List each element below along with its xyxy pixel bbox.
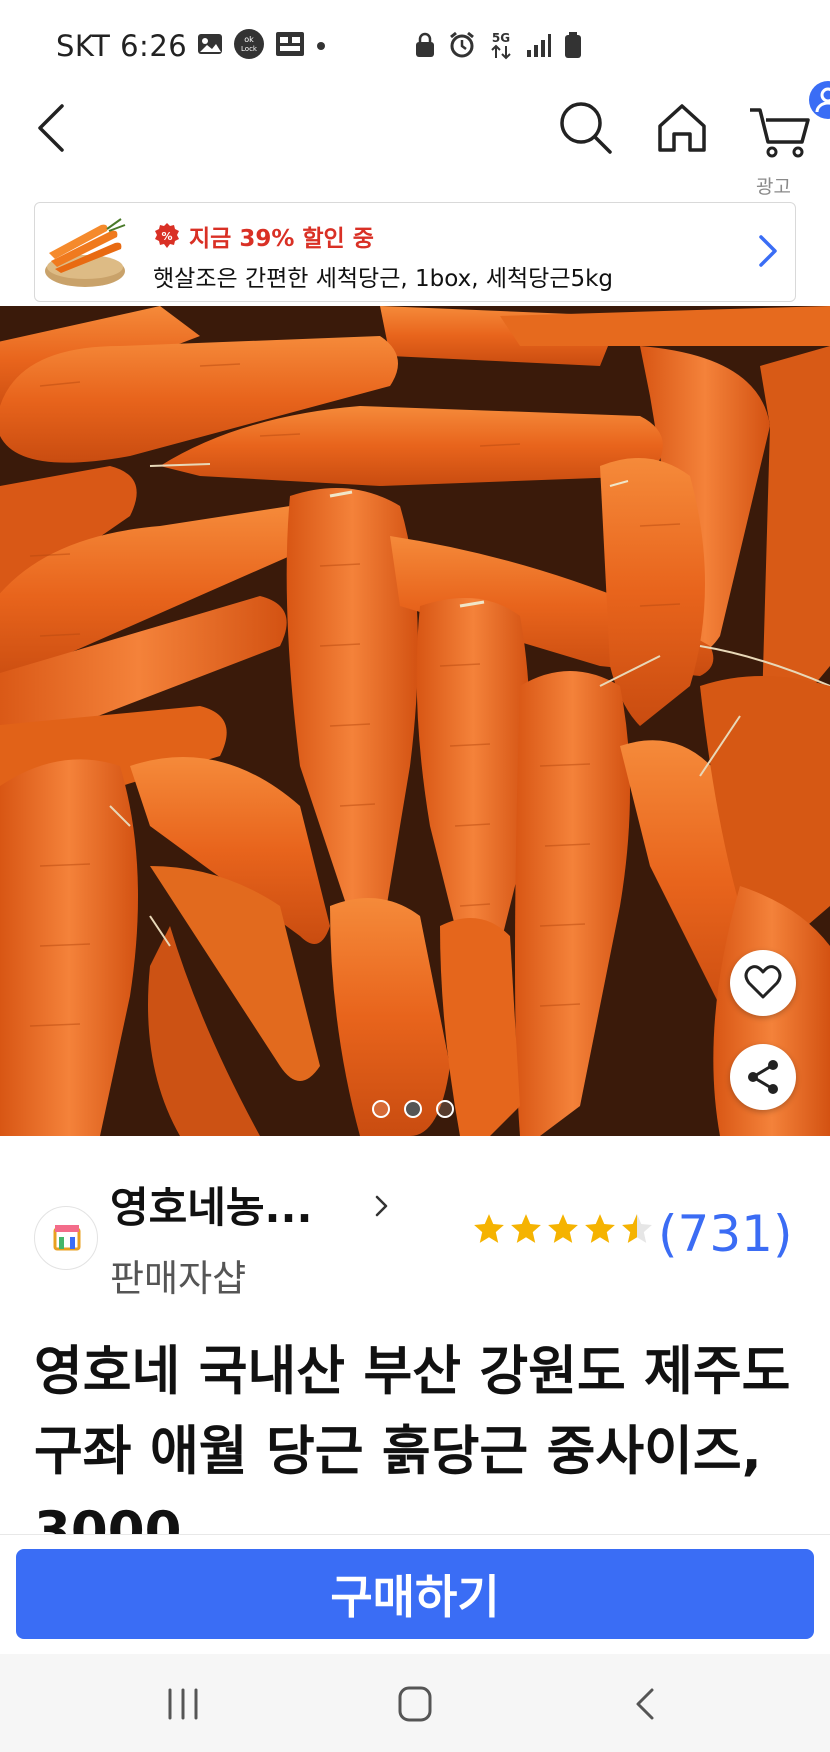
network-5g-icon: 5G <box>488 30 514 64</box>
ad-discount-line: % 지금 39% 할인 중 <box>153 219 374 253</box>
person-badge-icon[interactable] <box>808 80 830 119</box>
carousel-dot-active[interactable] <box>404 1100 422 1118</box>
search-icon[interactable] <box>556 98 616 158</box>
status-bar: SKT 6:26 ok Lock 5G <box>0 0 830 96</box>
star-icon <box>548 1214 578 1243</box>
share-button[interactable] <box>730 1044 796 1110</box>
ad-label: 광고 <box>756 176 791 198</box>
rating-stars[interactable] <box>472 1212 654 1246</box>
star-half-icon <box>622 1214 652 1243</box>
alarm-icon <box>448 31 476 63</box>
seller-logo[interactable] <box>34 1206 98 1270</box>
gallery-icon <box>197 32 223 60</box>
ad-banner[interactable]: % 지금 39% 할인 중 햇살조은 간편한 세척당근, 1box, 세척당근5… <box>34 202 796 302</box>
ad-title: 햇살조은 간편한 세척당근, 1box, 세척당근5kg <box>153 266 614 292</box>
share-icon <box>748 1060 778 1094</box>
buy-bar: 구매하기 <box>0 1534 830 1654</box>
home-button-icon[interactable] <box>392 1684 438 1724</box>
dot-icon <box>315 37 327 56</box>
lock-icon <box>414 32 436 62</box>
home-icon[interactable] <box>652 98 712 158</box>
back-icon[interactable] <box>28 98 88 158</box>
product-image-carousel[interactable] <box>0 306 830 1136</box>
buy-button[interactable]: 구매하기 <box>16 1549 814 1639</box>
star-icon <box>585 1214 615 1243</box>
star-icon <box>511 1214 541 1243</box>
discount-badge-icon: % <box>153 222 181 250</box>
carousel-dot[interactable] <box>436 1100 454 1118</box>
seller-shop-label[interactable]: 판매자샵 <box>110 1248 246 1302</box>
back-button-icon[interactable] <box>624 1684 670 1724</box>
svg-text:Lock: Lock <box>241 45 258 53</box>
chevron-right-icon[interactable] <box>749 229 785 273</box>
signal-icon <box>526 32 552 62</box>
oklock-icon: ok Lock <box>233 28 265 64</box>
carousel-dot[interactable] <box>372 1100 390 1118</box>
review-count[interactable]: (731) <box>658 1205 792 1263</box>
app-icon <box>275 31 305 61</box>
heart-icon <box>744 965 782 999</box>
status-left: SKT 6:26 ok Lock <box>56 28 327 64</box>
chevron-right-icon[interactable] <box>372 1192 392 1220</box>
carrots-photo <box>0 306 830 1136</box>
carrier-time: SKT 6:26 <box>56 29 188 63</box>
svg-text:ok: ok <box>244 35 254 44</box>
carousel-dots <box>372 1100 454 1118</box>
ad-discount-text: 지금 39% 할인 중 <box>189 226 374 252</box>
star-icon <box>474 1214 504 1243</box>
network-label: 5G <box>492 31 510 45</box>
recents-icon[interactable] <box>160 1684 206 1724</box>
status-right: 5G <box>414 30 582 64</box>
battery-icon <box>564 31 582 63</box>
svg-text:%: % <box>161 230 172 243</box>
android-navigation-bar <box>0 1654 830 1752</box>
seller-name[interactable]: 영호네농... <box>110 1174 312 1235</box>
ad-thumbnail-image <box>41 211 129 291</box>
product-title: 영호네 국내산 부산 강원도 제주도 구좌 애월 당근 흙당근 중사이즈, 30… <box>34 1341 791 1534</box>
like-button[interactable] <box>730 950 796 1016</box>
